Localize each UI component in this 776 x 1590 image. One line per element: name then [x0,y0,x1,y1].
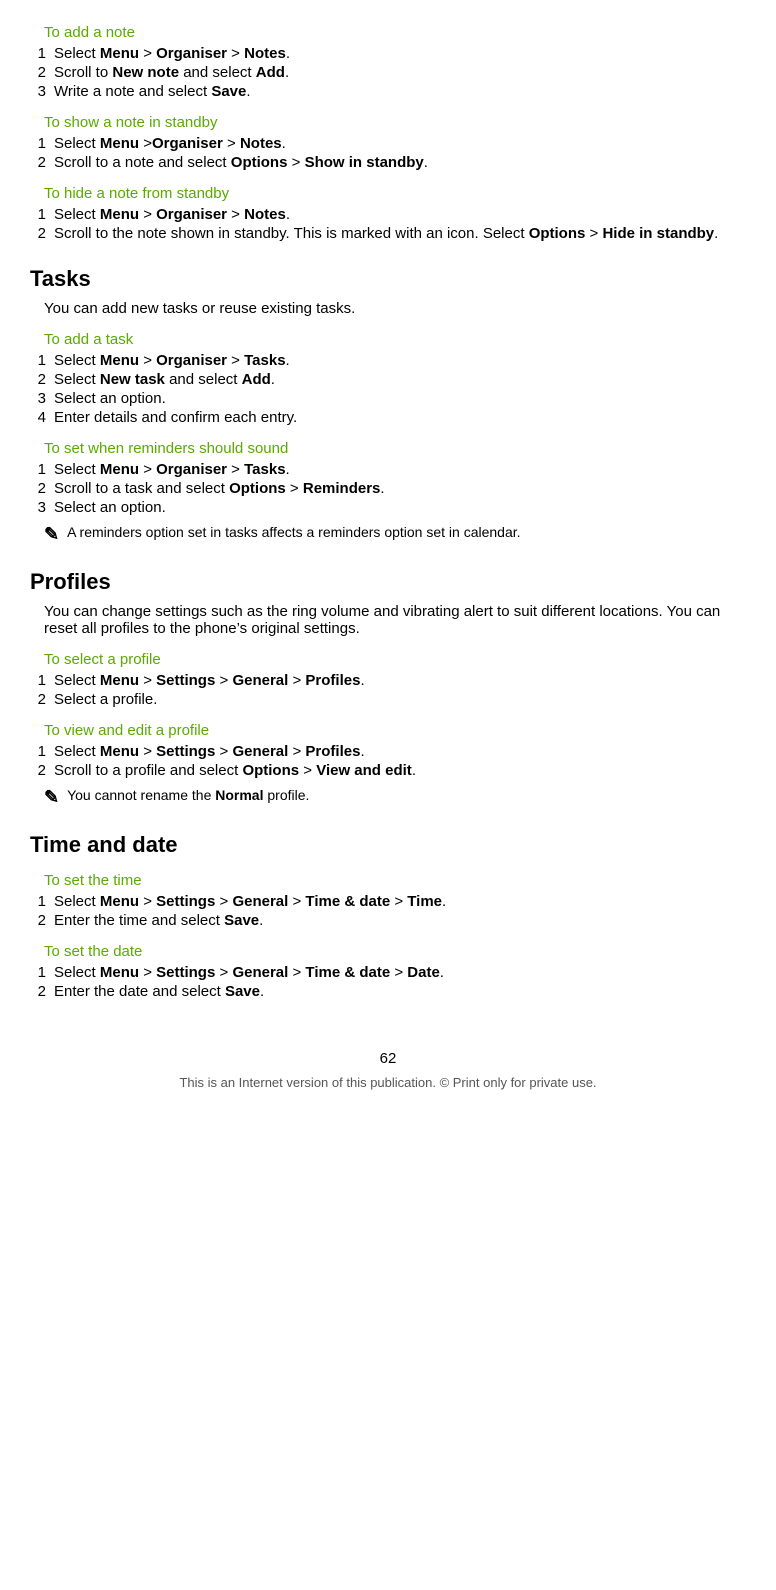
list-item: 3Select an option. [30,499,746,516]
set-time-list: 1Select Menu > Settings > General > Time… [30,893,746,929]
green-title-reminders: To set when reminders should sound [44,440,746,457]
notes-top-section: To add a note 1Select Menu > Organiser >… [30,24,746,242]
list-item: 1Select Menu >Organiser > Notes. [30,135,746,152]
list-item: 1Select Menu > Settings > General > Time… [30,893,746,910]
set-date-list: 1Select Menu > Settings > General > Time… [30,964,746,1000]
tasks-intro: You can add new tasks or reuse existing … [44,300,746,317]
list-item: 2Scroll to a task and select Options > R… [30,480,746,497]
reminders-list: 1Select Menu > Organiser > Tasks. 2Scrol… [30,461,746,516]
note-icon: ✎ [44,524,59,545]
select-profile-list: 1Select Menu > Settings > General > Prof… [30,672,746,708]
profiles-heading: Profiles [30,569,746,595]
list-item: 2Scroll to New note and select Add. [30,64,746,81]
green-title-hide-standby: To hide a note from standby [44,185,746,202]
list-item: 2Select New task and select Add. [30,371,746,388]
reminders-note: ✎ A reminders option set in tasks affect… [44,524,732,545]
list-item: 2Enter the date and select Save. [30,983,746,1000]
note-text: You cannot rename the Normal profile. [67,787,309,803]
page-footer: 62 This is an Internet version of this p… [30,1050,746,1090]
list-item: 1Select Menu > Organiser > Notes. [30,206,746,223]
profiles-intro: You can change settings such as the ring… [44,603,746,637]
list-item: 4Enter details and confirm each entry. [30,409,746,426]
footer-legal: This is an Internet version of this publ… [30,1075,746,1090]
green-title-add-note: To add a note [44,24,746,41]
list-item: 3Select an option. [30,390,746,407]
tasks-heading: Tasks [30,266,746,292]
list-item: 1Select Menu > Settings > General > Time… [30,964,746,981]
tasks-section: Tasks You can add new tasks or reuse exi… [30,266,746,545]
timedate-heading: Time and date [30,832,746,858]
list-item: 3Write a note and select Save. [30,83,746,100]
profiles-section: Profiles You can change settings such as… [30,569,746,808]
green-title-add-task: To add a task [44,331,746,348]
green-title-set-date: To set the date [44,943,746,960]
add-note-list: 1Select Menu > Organiser > Notes. 2Scrol… [30,45,746,100]
note-icon: ✎ [44,787,59,808]
add-task-list: 1Select Menu > Organiser > Tasks. 2Selec… [30,352,746,426]
profiles-note: ✎ You cannot rename the Normal profile. [44,787,732,808]
note-text: A reminders option set in tasks affects … [67,524,520,540]
list-item: 2Scroll to a profile and select Options … [30,762,746,779]
list-item: 1Select Menu > Organiser > Tasks. [30,461,746,478]
list-item: 1Select Menu > Organiser > Notes. [30,45,746,62]
green-title-show-standby: To show a note in standby [44,114,746,131]
list-item: 2Scroll to a note and select Options > S… [30,154,746,171]
list-item: 1Select Menu > Settings > General > Prof… [30,743,746,760]
list-item: 2Scroll to the note shown in standby. Th… [30,225,746,242]
list-item: 1Select Menu > Settings > General > Prof… [30,672,746,689]
list-item: 2Enter the time and select Save. [30,912,746,929]
hide-standby-list: 1Select Menu > Organiser > Notes. 2Scrol… [30,206,746,242]
timedate-section: Time and date To set the time 1Select Me… [30,832,746,1000]
green-title-set-time: To set the time [44,872,746,889]
list-item: 1Select Menu > Organiser > Tasks. [30,352,746,369]
page-number: 62 [30,1050,746,1067]
view-edit-profile-list: 1Select Menu > Settings > General > Prof… [30,743,746,779]
show-standby-list: 1Select Menu >Organiser > Notes. 2Scroll… [30,135,746,171]
list-item: 2Select a profile. [30,691,746,708]
green-title-view-edit-profile: To view and edit a profile [44,722,746,739]
green-title-select-profile: To select a profile [44,651,746,668]
